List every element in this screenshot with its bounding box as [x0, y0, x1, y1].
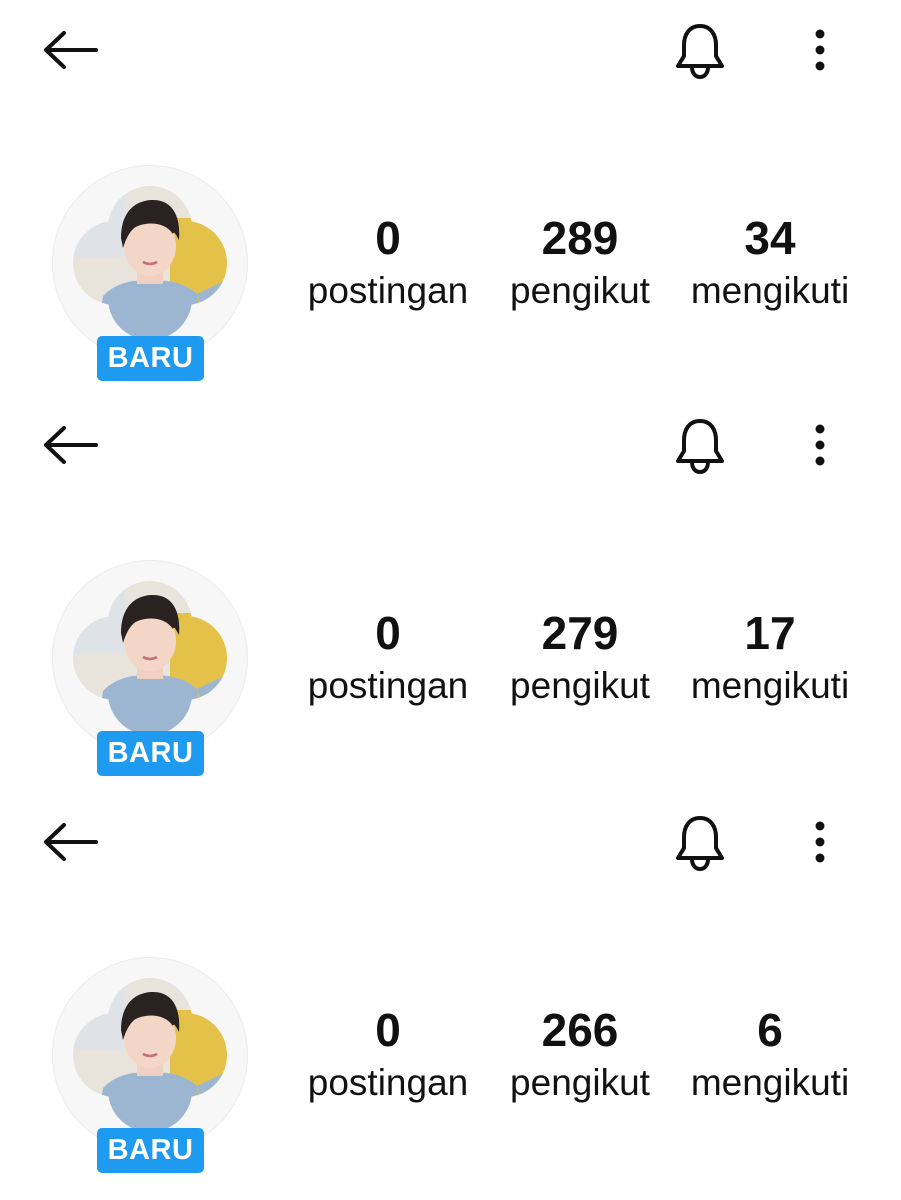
notifications-button[interactable]: [668, 18, 732, 82]
posts-count: 0: [375, 1004, 401, 1056]
back-button[interactable]: [30, 415, 110, 475]
profile-photo: [73, 581, 227, 735]
following-stat[interactable]: 34 mengikuti: [680, 210, 860, 314]
following-count: 34: [744, 212, 796, 264]
back-button[interactable]: [30, 812, 110, 872]
posts-stat[interactable]: 0 postingan: [298, 210, 478, 314]
followers-count: 266: [541, 1004, 619, 1056]
new-badge: BARU: [97, 731, 204, 776]
followers-stat[interactable]: 289 pengikut: [490, 210, 670, 314]
posts-label: postingan: [307, 270, 469, 311]
back-arrow-icon: [44, 426, 98, 464]
more-options-button[interactable]: [800, 20, 840, 80]
notifications-button[interactable]: [668, 810, 732, 874]
followers-count: 279: [541, 607, 619, 659]
followers-label: pengikut: [510, 1062, 650, 1103]
posts-stat[interactable]: 0 postingan: [298, 1002, 478, 1106]
more-vertical-icon: [815, 29, 825, 71]
following-label: mengikuti: [690, 1062, 850, 1103]
posts-label: postingan: [307, 665, 469, 706]
more-vertical-icon: [815, 424, 825, 466]
back-arrow-icon: [44, 823, 98, 861]
followers-label: pengikut: [510, 665, 650, 706]
back-button[interactable]: [30, 20, 110, 80]
followers-stat[interactable]: 279 pengikut: [490, 605, 670, 709]
notifications-button[interactable]: [668, 413, 732, 477]
avatar[interactable]: [52, 957, 248, 1153]
followers-label: pengikut: [510, 270, 650, 311]
followers-stat[interactable]: 266 pengikut: [490, 1002, 670, 1106]
following-label: mengikuti: [690, 665, 850, 706]
profile-photo: [73, 186, 227, 340]
bell-icon: [676, 816, 724, 871]
bell-icon: [676, 419, 724, 474]
profile-photo: [73, 978, 227, 1132]
followers-count: 289: [541, 212, 619, 264]
following-count: 6: [757, 1004, 783, 1056]
posts-stat[interactable]: 0 postingan: [298, 605, 478, 709]
profile-header-screenshot-2: BARU 0 postingan 279 pengikut 17 mengiku…: [0, 395, 901, 790]
bell-icon: [676, 24, 724, 79]
following-label: mengikuti: [690, 270, 850, 311]
more-vertical-icon: [815, 821, 825, 863]
profile-header-screenshot-1: BARU 0 postingan 289 pengikut 34 mengiku…: [0, 0, 901, 395]
following-stat[interactable]: 6 mengikuti: [680, 1002, 860, 1106]
profile-header-screenshot-3: BARU 0 postingan 266 pengikut 6 mengikut…: [0, 792, 901, 1187]
new-badge: BARU: [97, 336, 204, 381]
more-options-button[interactable]: [800, 812, 840, 872]
avatar[interactable]: [52, 165, 248, 361]
posts-count: 0: [375, 212, 401, 264]
new-badge: BARU: [97, 1128, 204, 1173]
following-count: 17: [744, 607, 796, 659]
posts-count: 0: [375, 607, 401, 659]
more-options-button[interactable]: [800, 415, 840, 475]
back-arrow-icon: [44, 31, 98, 69]
avatar[interactable]: [52, 560, 248, 756]
following-stat[interactable]: 17 mengikuti: [680, 605, 860, 709]
posts-label: postingan: [307, 1062, 469, 1103]
